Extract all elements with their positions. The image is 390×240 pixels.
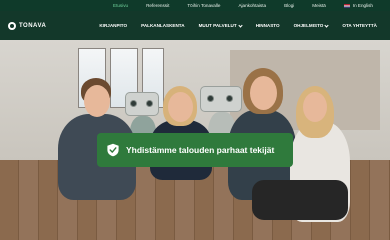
top-utility-bar: Etusivu Referenssit Töihin Tonavalle Aja… (0, 0, 390, 11)
menu-item-ohjelmisto[interactable]: OHJELMISTO (287, 22, 336, 28)
robot-figure (125, 92, 159, 116)
menu-item-muut-palvelut[interactable]: MUUT PALVELUT (192, 22, 249, 28)
brand-name: TONAVA (19, 22, 47, 29)
menu-item-palkanlaskenta[interactable]: PALKANLASKENTA (134, 23, 191, 28)
topbar-link-toihin-tonavalle[interactable]: Töihin Tonavalle (178, 3, 229, 8)
robot-figure (200, 86, 242, 112)
menu-item-kirjanpito[interactable]: KIRJANPITO (92, 23, 134, 28)
main-menu: KIRJANPITO PALKANLASKENTA MUUT PALVELUT … (92, 11, 384, 40)
person-figure (250, 76, 277, 110)
topbar-link-in-english[interactable]: In English (335, 3, 382, 8)
uk-flag-icon (343, 3, 350, 8)
logo-mark-icon (8, 21, 16, 30)
menu-item-muut-palvelut-label: MUUT PALVELUT (198, 23, 237, 28)
topbar-link-blogi[interactable]: Blogi (275, 3, 303, 8)
tonava-logo[interactable]: TONAVA (8, 21, 47, 30)
person-figure (84, 85, 110, 117)
shield-check-icon (107, 143, 119, 157)
topbar-link-referenssit[interactable]: Referenssit (137, 3, 178, 8)
person-figure (168, 92, 193, 122)
person-figure (303, 92, 327, 122)
robot-eye (146, 100, 153, 107)
menu-item-ota-yhteytta[interactable]: OTA YHTEYTTÄ (335, 23, 384, 28)
robot-eye (130, 100, 137, 107)
menu-item-ohjelmisto-label: OHJELMISTO (293, 23, 324, 28)
topbar-link-etusivu[interactable]: Etusivu (104, 3, 137, 8)
in-english-label: In English (352, 3, 373, 8)
person-figure (252, 180, 348, 220)
hero-cta-banner[interactable]: Yhdistämme talouden parhaat tekijät (97, 133, 293, 167)
topbar-link-meista[interactable]: Meistä (303, 3, 335, 8)
menu-item-hinnasto[interactable]: HINNASTO (249, 23, 287, 28)
robot-eye (207, 95, 214, 102)
chevron-down-icon (238, 22, 243, 28)
robot-eye (226, 95, 233, 102)
hero-cta-label: Yhdistämme talouden parhaat tekijät (126, 145, 275, 155)
topbar-link-ajankohtaista[interactable]: Ajankohtaista (229, 3, 275, 8)
chevron-down-icon (324, 22, 329, 28)
main-navbar: TONAVA KIRJANPITO PALKANLASKENTA MUUT PA… (0, 11, 390, 40)
